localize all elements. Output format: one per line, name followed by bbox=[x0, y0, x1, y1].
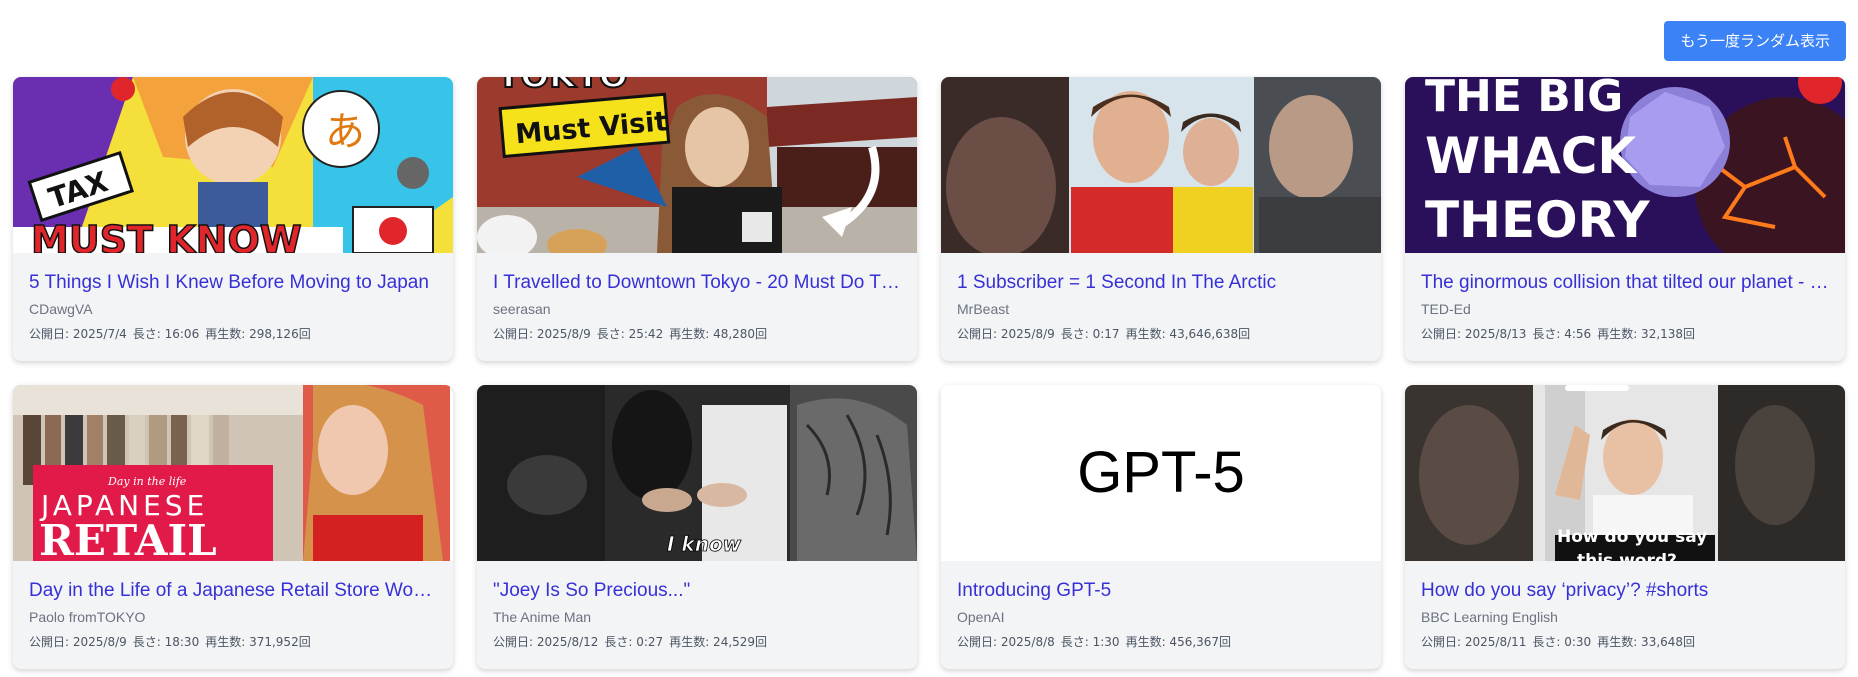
video-length: 長さ: 0:17 bbox=[1060, 327, 1120, 341]
video-length: 長さ: 25:42 bbox=[596, 327, 664, 341]
thumb-theory-text: THEORY bbox=[1425, 191, 1650, 249]
publish-date: 公開日: 2025/7/4 bbox=[29, 327, 127, 341]
toolbar: もう一度ランダム表示 bbox=[1664, 21, 1846, 61]
video-title[interactable]: 5 Things I Wish I Knew Before Moving to … bbox=[29, 271, 437, 295]
shuffle-again-button[interactable]: もう一度ランダム表示 bbox=[1664, 21, 1846, 61]
video-thumbnail[interactable]: Day in the life JAPANESE RETAIL bbox=[13, 385, 453, 561]
channel-name: CDawgVA bbox=[29, 301, 93, 317]
view-count: 再生数: 456,367回 bbox=[1125, 635, 1232, 649]
view-count: 再生数: 371,952回 bbox=[205, 635, 311, 649]
video-title[interactable]: 1 Subscriber = 1 Second In The Arctic bbox=[957, 271, 1365, 295]
video-grid: あ TAX MUST KNOW 5 Things I Wish I Knew B… bbox=[13, 77, 1847, 669]
video-length: 長さ: 0:30 bbox=[1532, 635, 1592, 649]
video-meta: 公開日: 2025/8/12 長さ: 0:27 再生数: 24,529回 bbox=[493, 634, 901, 650]
video-card[interactable]: TOKYO Must Visit I Travelled to Downtown… bbox=[477, 77, 917, 361]
channel-name: TED-Ed bbox=[1421, 301, 1471, 317]
video-title[interactable]: Introducing GPT-5 bbox=[957, 579, 1365, 603]
thumb-how-do-you-say-text: How do you say bbox=[1557, 527, 1707, 547]
thumb-hiragana-text: あ bbox=[325, 109, 365, 155]
video-card[interactable]: GPT-5 Introducing GPT-5 OpenAI 公開日: 2025… bbox=[941, 385, 1381, 669]
video-meta: 公開日: 2025/8/9 長さ: 25:42 再生数: 48,280回 bbox=[493, 326, 901, 342]
video-title[interactable]: "Joey Is So Precious..." bbox=[493, 579, 901, 603]
view-count: 再生数: 43,646,638回 bbox=[1125, 327, 1251, 341]
view-count: 再生数: 32,138回 bbox=[1597, 327, 1696, 341]
video-thumbnail[interactable]: I know bbox=[477, 385, 917, 561]
video-card[interactable]: I know "Joey Is So Precious..." The Anim… bbox=[477, 385, 917, 669]
video-meta: 公開日: 2025/8/9 長さ: 0:17 再生数: 43,646,638回 bbox=[957, 326, 1365, 342]
publish-date: 公開日: 2025/8/13 bbox=[1421, 327, 1527, 341]
view-count: 再生数: 48,280回 bbox=[669, 327, 768, 341]
thumb-retail-text: RETAIL bbox=[39, 516, 217, 561]
view-count: 再生数: 298,126回 bbox=[205, 327, 311, 341]
view-count: 再生数: 24,529回 bbox=[669, 635, 768, 649]
video-title[interactable]: How do you say ‘privacy’? #shorts bbox=[1421, 579, 1829, 603]
thumb-whack-text: WHACK bbox=[1425, 127, 1638, 185]
publish-date: 公開日: 2025/8/9 bbox=[957, 327, 1055, 341]
view-count: 再生数: 33,648回 bbox=[1597, 635, 1696, 649]
video-thumbnail[interactable]: How do you say this word? bbox=[1405, 385, 1845, 561]
video-title[interactable]: The ginormous collision that tilted our … bbox=[1421, 271, 1829, 295]
video-thumbnail[interactable] bbox=[941, 77, 1381, 253]
video-card[interactable]: あ TAX MUST KNOW 5 Things I Wish I Knew B… bbox=[13, 77, 453, 361]
channel-name: MrBeast bbox=[957, 301, 1010, 317]
channel-name: OpenAI bbox=[957, 609, 1005, 625]
video-length: 長さ: 1:30 bbox=[1060, 635, 1120, 649]
video-title[interactable]: I Travelled to Downtown Tokyo - 20 Must … bbox=[493, 271, 901, 295]
video-length: 長さ: 0:27 bbox=[604, 635, 664, 649]
video-meta: 公開日: 2025/7/4 長さ: 16:06 再生数: 298,126回 bbox=[29, 326, 437, 342]
thumb-the-big-text: THE BIG bbox=[1425, 77, 1623, 122]
video-card[interactable]: THE BIG WHACK THEORY The ginormous colli… bbox=[1405, 77, 1845, 361]
thumb-this-word-text: this word? bbox=[1577, 551, 1677, 561]
publish-date: 公開日: 2025/8/12 bbox=[493, 635, 599, 649]
video-thumbnail[interactable]: あ TAX MUST KNOW bbox=[13, 77, 453, 253]
publish-date: 公開日: 2025/8/9 bbox=[493, 327, 591, 341]
video-card[interactable]: How do you say this word? How do you say… bbox=[1405, 385, 1845, 669]
video-title[interactable]: Day in the Life of a Japanese Retail Sto… bbox=[29, 579, 437, 603]
channel-name: BBC Learning English bbox=[1421, 609, 1558, 625]
video-thumbnail[interactable]: TOKYO Must Visit bbox=[477, 77, 917, 253]
video-length: 長さ: 4:56 bbox=[1532, 327, 1592, 341]
thumb-day-in-life-text: Day in the life bbox=[107, 475, 187, 488]
channel-name: Paolo fromTOKYO bbox=[29, 609, 146, 625]
video-thumbnail[interactable]: GPT-5 bbox=[941, 385, 1381, 561]
video-length: 長さ: 16:06 bbox=[132, 327, 200, 341]
publish-date: 公開日: 2025/8/8 bbox=[957, 635, 1055, 649]
video-meta: 公開日: 2025/8/8 長さ: 1:30 再生数: 456,367回 bbox=[957, 634, 1365, 650]
video-meta: 公開日: 2025/8/11 長さ: 0:30 再生数: 33,648回 bbox=[1421, 634, 1829, 650]
thumb-tokyo-text: TOKYO bbox=[497, 77, 628, 96]
publish-date: 公開日: 2025/8/9 bbox=[29, 635, 127, 649]
thumb-gpt5-text: GPT-5 bbox=[1077, 440, 1245, 505]
video-thumbnail[interactable]: THE BIG WHACK THEORY bbox=[1405, 77, 1845, 253]
publish-date: 公開日: 2025/8/11 bbox=[1421, 635, 1527, 649]
channel-name: The Anime Man bbox=[493, 609, 592, 625]
video-length: 長さ: 18:30 bbox=[132, 635, 200, 649]
video-meta: 公開日: 2025/8/13 長さ: 4:56 再生数: 32,138回 bbox=[1421, 326, 1829, 342]
video-meta: 公開日: 2025/8/9 長さ: 18:30 再生数: 371,952回 bbox=[29, 634, 437, 650]
video-card[interactable]: Day in the life JAPANESE RETAIL Day in t… bbox=[13, 385, 453, 669]
thumb-i-know-text: I know bbox=[667, 532, 742, 556]
channel-name: seerasan bbox=[493, 301, 551, 317]
thumb-must-know-text: MUST KNOW bbox=[31, 218, 302, 253]
video-card[interactable]: 1 Subscriber = 1 Second In The Arctic Mr… bbox=[941, 77, 1381, 361]
